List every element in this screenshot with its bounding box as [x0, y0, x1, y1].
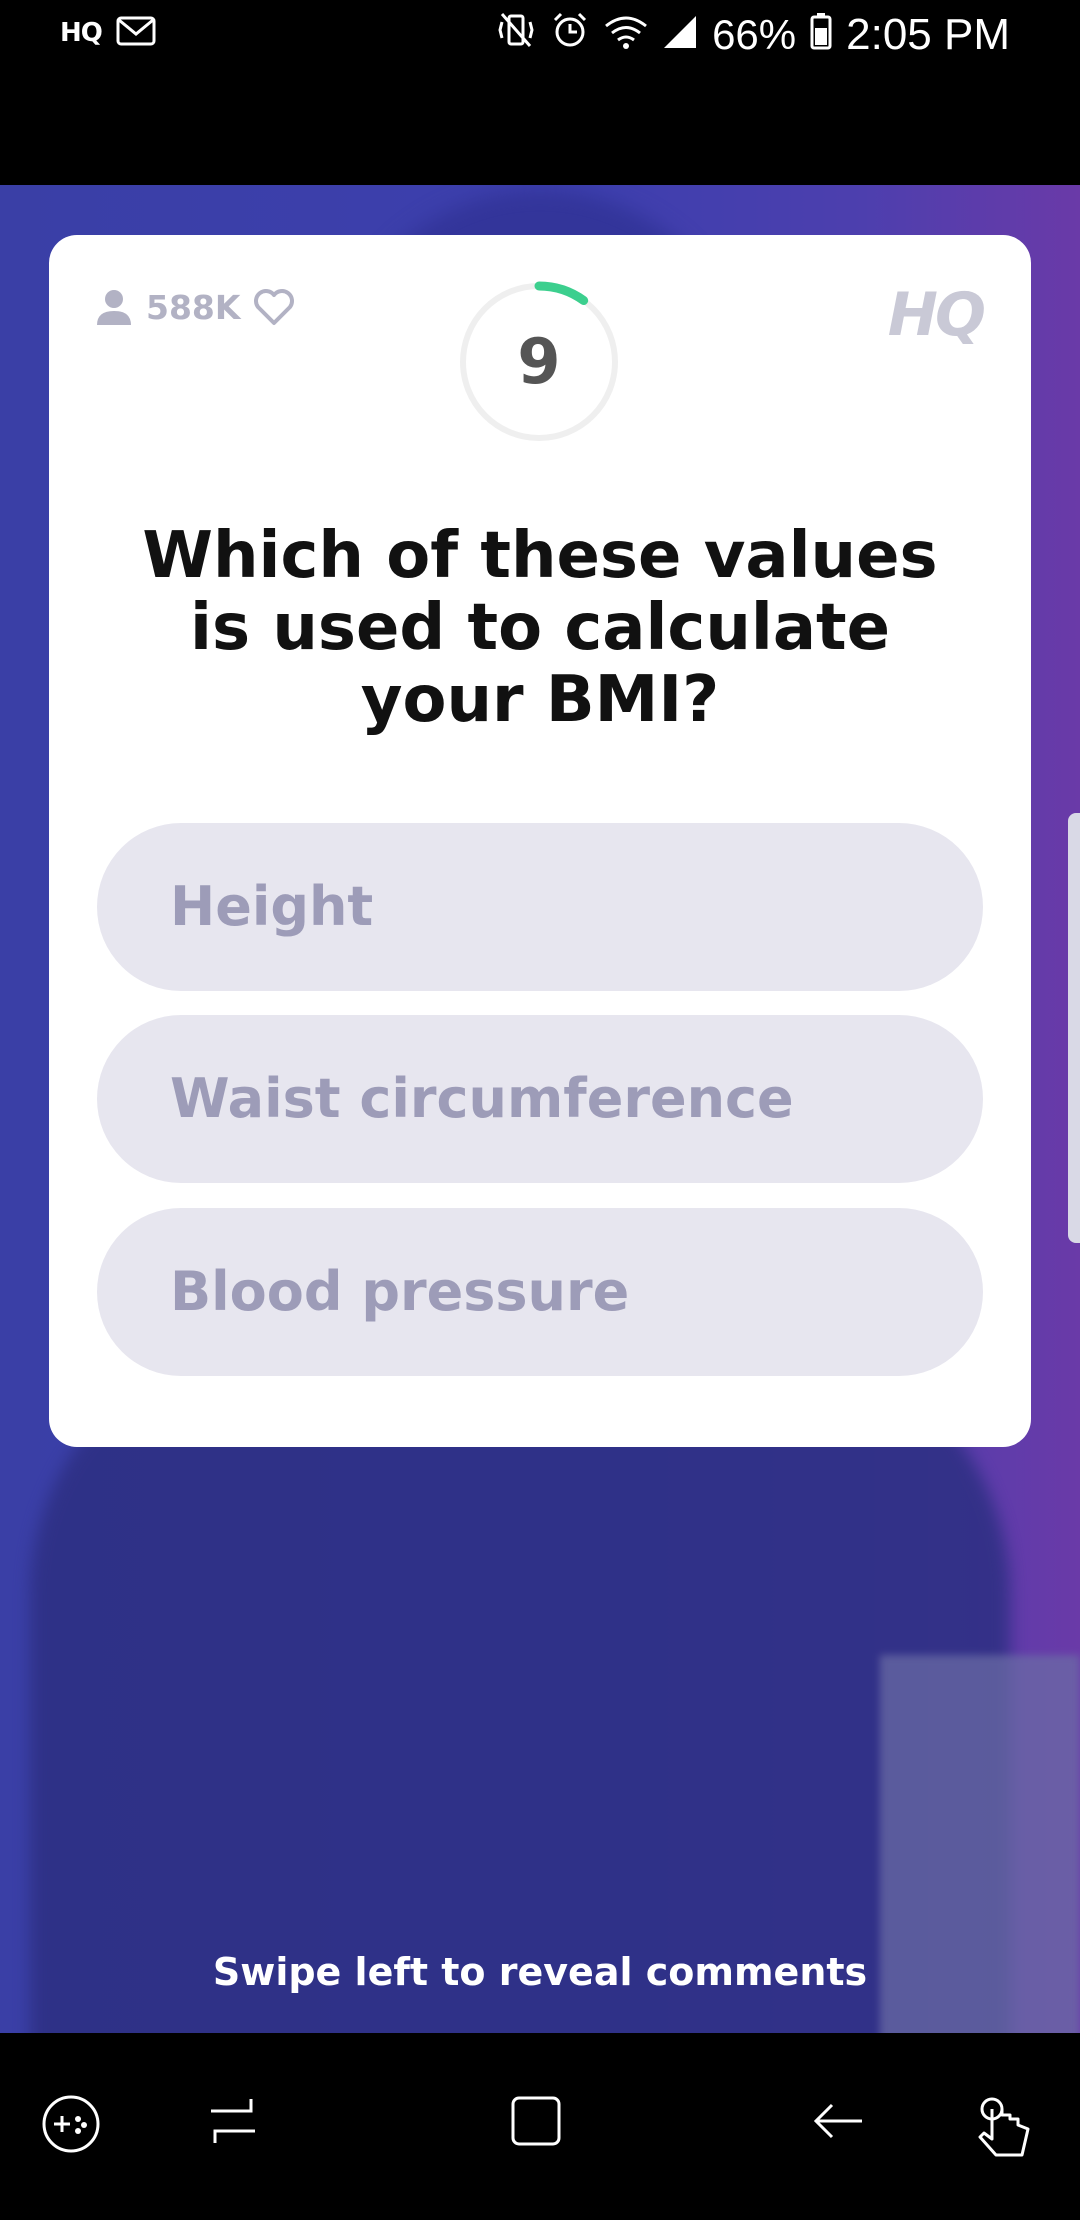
- player-count-value: 588K: [146, 287, 241, 327]
- touch-gesture-icon[interactable]: [970, 2093, 1040, 2167]
- question-text: Which of these values is used to calcula…: [142, 519, 938, 737]
- back-icon[interactable]: [810, 2093, 866, 2153]
- clock: 2:05 PM: [846, 10, 1010, 59]
- battery-percent: 66%: [712, 11, 797, 58]
- system-indicators: 66% 2:05 PM: [496, 10, 1010, 60]
- heart-icon[interactable]: [252, 287, 296, 327]
- game-stage[interactable]: 588K 9 HQ Which of these values is used …: [0, 185, 1080, 2033]
- vibrate-icon: [496, 10, 536, 60]
- answer-option-3[interactable]: Blood pressure: [97, 1208, 983, 1376]
- answer-option-2[interactable]: Waist circumference: [97, 1015, 983, 1183]
- hq-notification-icon: HQ: [60, 18, 103, 48]
- answer-option-1[interactable]: Height: [97, 823, 983, 991]
- hq-logo: HQ: [887, 280, 986, 350]
- person-icon: [94, 287, 134, 327]
- wifi-icon: [604, 11, 648, 60]
- signal-icon: [662, 11, 698, 60]
- recent-apps-icon[interactable]: [205, 2093, 261, 2153]
- battery-icon: [810, 11, 832, 60]
- timer-seconds: 9: [517, 325, 561, 398]
- countdown-timer: 9: [457, 280, 621, 444]
- swipe-hint: Swipe left to reveal comments: [212, 1950, 868, 1994]
- mail-icon: [116, 16, 156, 50]
- status-bar: HQ 66% 2:05 PM: [0, 0, 1080, 185]
- navigation-bar: [0, 2033, 1080, 2220]
- alarm-icon: [550, 10, 590, 60]
- player-count: 588K: [94, 287, 296, 327]
- question-card: 588K 9 HQ Which of these values is used …: [49, 235, 1031, 1447]
- notification-icons: HQ: [60, 16, 156, 50]
- game-tools-icon[interactable]: [40, 2093, 102, 2159]
- home-icon[interactable]: [508, 2093, 564, 2153]
- comments-drawer-handle[interactable]: [1068, 813, 1080, 1243]
